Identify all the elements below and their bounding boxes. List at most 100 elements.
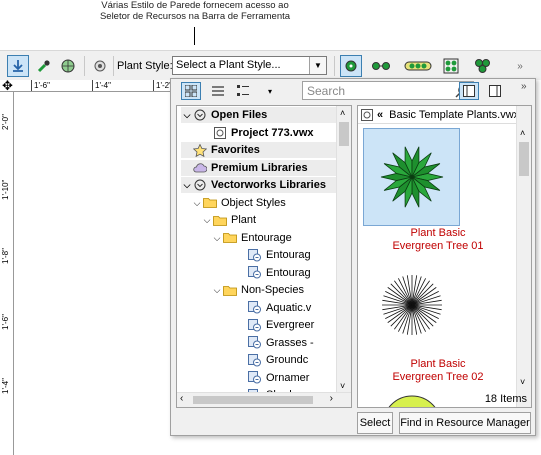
tree-item[interactable]: Grasses -: [236, 335, 314, 351]
tree-item[interactable]: Premium Libraries: [181, 159, 341, 176]
tree-item[interactable]: Evergreer: [236, 317, 314, 333]
search-input[interactable]: Search: [302, 81, 474, 100]
tree-item[interactable]: Entourag: [236, 265, 311, 281]
sort-options-dropdown[interactable]: ▾: [263, 82, 277, 100]
ruler-tick-label: 1'-4": [95, 81, 111, 90]
tree-item-label: Premium Libraries: [211, 161, 308, 174]
plant-style-value: Select a Plant Style...: [176, 59, 281, 71]
tree-item[interactable]: Favorites: [181, 142, 341, 158]
folder-icon: [223, 284, 237, 296]
scroll-down-arrow-icon[interactable]: ˅: [340, 381, 345, 391]
scroll-right-arrow-icon[interactable]: ›: [330, 393, 333, 404]
tree-item-label: Non-Species: [241, 284, 304, 296]
resource-label[interactable]: Plant Basic Evergreen Tree 01: [358, 227, 518, 253]
single-placement-mode-button[interactable]: [340, 55, 362, 77]
ruler-tick: [31, 80, 32, 91]
tree-item[interactable]: ⌵ Entourage: [211, 230, 292, 246]
vectorworks-file-icon: [361, 108, 373, 121]
library-tree: ⌵ Open Files Project 773.vwx Favorites Premi…: [176, 105, 352, 408]
tree-item-label: Entourag: [266, 249, 311, 261]
resource-thumbnail[interactable]: [363, 128, 460, 226]
chevron-right-double-icon[interactable]: »: [521, 81, 527, 92]
resource-file-icon: [248, 353, 262, 366]
scroll-left-arrow-icon[interactable]: ‹: [180, 393, 183, 404]
mass-planting-mode-button[interactable]: [472, 55, 494, 77]
details-view-button[interactable]: [233, 82, 253, 100]
poly-placement-mode-button[interactable]: [403, 55, 433, 77]
scroll-thumb[interactable]: [193, 396, 313, 404]
eyedropper-icon: [37, 60, 50, 73]
single-plant-icon: [345, 60, 357, 72]
scroll-down-arrow-icon[interactable]: ˅: [520, 377, 525, 387]
plant-style-dropdown[interactable]: Select a Plant Style... ▼: [172, 56, 327, 75]
scroll-thumb[interactable]: [339, 122, 349, 146]
plant-settings-button[interactable]: [89, 55, 111, 77]
tree-item[interactable]: Project 773.vwx: [201, 124, 314, 141]
tree-item[interactable]: ⌵ Vectorworks Libraries: [181, 177, 341, 193]
tree-item[interactable]: ⌵ Non-Species: [211, 282, 304, 298]
expand-chevron-icon[interactable]: ⌵: [181, 107, 193, 123]
line-placement-mode-button[interactable]: [370, 55, 392, 77]
show-tree-pane-button[interactable]: [459, 82, 479, 100]
tree-item-label: Grasses -: [266, 336, 314, 349]
vertical-ruler: 2'-0" 1'-10" 1'-8" 1'-6" 1'-4": [0, 92, 14, 455]
resource-thumbnail[interactable]: [363, 368, 460, 407]
tree-item[interactable]: ⌵ Object Styles: [191, 195, 286, 211]
expand-chevron-icon[interactable]: ⌵: [181, 177, 193, 193]
tree-vertical-scrollbar[interactable]: ˄ ˅: [336, 106, 351, 407]
resource-thumbnail[interactable]: [363, 256, 460, 354]
tree-02-needle: [411, 287, 437, 306]
plant-tool-button[interactable]: [57, 55, 79, 77]
scroll-thumb[interactable]: [519, 142, 529, 176]
insertion-mode-button[interactable]: [7, 55, 29, 77]
resource-label-line2: Evergreen Tree 01: [392, 240, 484, 252]
tree-item-label: Aquatic.v: [266, 301, 312, 314]
resource-file-icon: [248, 336, 262, 349]
dropdown-arrow-icon[interactable]: ▼: [309, 57, 326, 74]
tool-bar: Plant Style: Select a Plant Style... ▼ »: [0, 50, 541, 80]
ruler-tick: [153, 80, 154, 91]
expand-chevron-icon[interactable]: ⌵: [191, 195, 203, 211]
tree-02-needle: [411, 304, 430, 330]
resource-thumbnails: « Basic Template Plants.vwx Plant Basic …: [357, 105, 532, 408]
tree-02-needle: [386, 304, 412, 323]
grid-placement-mode-button[interactable]: [440, 55, 462, 77]
folder-icon: [223, 232, 237, 244]
tree-item-label: Groundc: [266, 354, 309, 366]
find-in-resource-manager-button[interactable]: Find in Resource Manager: [399, 412, 531, 434]
expand-chevron-icon[interactable]: ⌵: [201, 212, 213, 228]
list-view-icon: [212, 86, 224, 96]
expand-chevron-icon[interactable]: ⌵: [211, 230, 223, 246]
tree-item-label: Open Files: [211, 109, 268, 121]
list-view-button[interactable]: [208, 82, 228, 100]
thumbnail-view-button[interactable]: [181, 82, 201, 100]
tree-item[interactable]: Ornamer: [236, 370, 309, 386]
callout-leader-line: [194, 27, 195, 45]
resources-vertical-scrollbar[interactable]: ˄ ˅: [516, 106, 531, 407]
tree-item-label: Evergreer: [266, 319, 315, 331]
settings-icon: [94, 60, 106, 72]
tree-item[interactable]: Entourag: [236, 247, 311, 263]
scroll-up-arrow-icon[interactable]: ˄: [520, 128, 525, 138]
tree-item[interactable]: ⌵ Open Files: [181, 107, 341, 123]
callout-line1: Várias Estilo de Parede fornecem acesso …: [101, 0, 289, 11]
evergreen-tree-02-preview: [381, 275, 442, 335]
tree-item[interactable]: Groundc: [236, 352, 308, 368]
vectorworks-libraries-icon: [193, 179, 207, 191]
resource-label-line1: Plant Basic: [410, 227, 466, 239]
toolbar-divider: [113, 56, 114, 76]
tree-item[interactable]: ⌵ Plant: [201, 212, 257, 228]
scroll-up-arrow-icon[interactable]: ˄: [340, 108, 345, 118]
tree-item[interactable]: Aquatic.v: [236, 300, 311, 316]
preview-pane-icon: [489, 85, 501, 97]
pick-up-attributes-button[interactable]: [33, 55, 55, 77]
tree-horizontal-scrollbar[interactable]: ‹ ›: [177, 392, 351, 407]
show-preview-pane-button[interactable]: [485, 82, 505, 100]
toolbar-overflow-button[interactable]: »: [512, 55, 528, 77]
expand-chevron-icon[interactable]: ⌵: [211, 282, 223, 298]
folder-icon: [203, 197, 217, 209]
mass-plants-icon: [475, 59, 490, 73]
tree-02-needle: [386, 287, 412, 306]
select-button[interactable]: Select: [357, 412, 393, 434]
back-chevron-icon[interactable]: «: [377, 109, 383, 121]
